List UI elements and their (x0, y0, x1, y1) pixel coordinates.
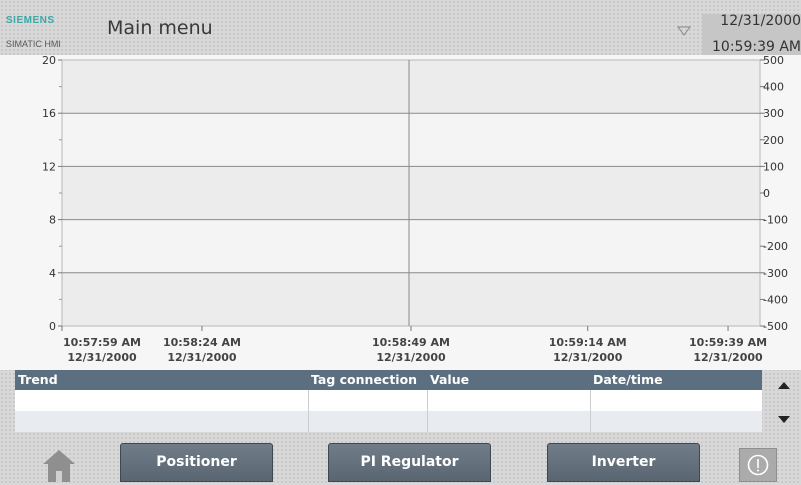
plot-band (62, 60, 760, 114)
trend-view: 20 16 12 8 4 0 500 400 300 200 100 0 -100 -200 -300 -4… (0, 55, 801, 370)
table-row[interactable] (15, 390, 762, 411)
left-axis-label: 4 (49, 267, 56, 280)
time-axis-label-time: 10:58:24 AM (163, 336, 241, 349)
pi-regulator-button[interactable]: PI Regulator (328, 443, 491, 482)
time-axis-label-date: 12/31/2000 (376, 351, 446, 364)
right-axis-label: 200 (763, 134, 784, 147)
current-date: 12/31/2000 (720, 13, 801, 29)
left-axis-label: 8 (49, 214, 56, 227)
scroll-down-button[interactable] (771, 408, 797, 432)
datetime-display: 12/31/2000 10:59:39 AM (702, 13, 801, 58)
column-divider (427, 390, 428, 433)
time-axis-label-date: 12/31/2000 (167, 351, 237, 364)
time-axis-label-date: 12/31/2000 (693, 351, 763, 364)
brand-name: SIEMENS (6, 15, 55, 26)
time-axis-label-time: 10:58:49 AM (372, 336, 450, 349)
time-axis-label-date: 12/31/2000 (553, 351, 623, 364)
positioner-button[interactable]: Positioner (120, 443, 273, 482)
plot-band (62, 166, 760, 220)
time-axis-label-time: 10:57:59 AM (63, 336, 141, 349)
right-axis-label: 0 (763, 187, 770, 200)
column-header-value: Value (430, 372, 470, 387)
right-axis-label: -300 (763, 267, 788, 280)
right-axis-label: 300 (763, 107, 784, 120)
info-button[interactable] (739, 448, 777, 482)
right-axis-label: -200 (763, 240, 788, 253)
left-axis-label: 12 (42, 160, 56, 173)
column-header-datetime: Date/time (593, 372, 663, 387)
current-time: 10:59:39 AM (712, 39, 801, 55)
plot-band (62, 219, 760, 273)
right-axis-label: 100 (763, 160, 784, 173)
trend-table: Trend Tag connection Value Date/time (15, 370, 762, 433)
left-axis-label: 0 (49, 320, 56, 333)
column-header-trend: Trend (18, 372, 58, 387)
scroll-up-button[interactable] (771, 373, 797, 397)
right-axis-label: 500 (763, 55, 784, 67)
time-axis-label-time: 10:59:39 AM (689, 336, 767, 349)
product-name: SIMATIC HMI (6, 39, 61, 49)
left-axis-label: 16 (42, 107, 56, 120)
footer-bar: Positioner PI Regulator Inverter (0, 437, 801, 482)
table-row[interactable] (15, 411, 762, 432)
header-bar: SIEMENS SIMATIC HMI Main menu 12/31/2000… (0, 0, 801, 58)
right-axis-label: -500 (763, 320, 788, 333)
right-axis-label: 400 (763, 81, 784, 94)
column-header-tag-connection: Tag connection (311, 372, 418, 387)
time-axis-label-time: 10:59:14 AM (549, 336, 627, 349)
right-axis-label: -400 (763, 293, 788, 306)
chevron-down-icon[interactable] (677, 26, 691, 36)
column-divider (308, 390, 309, 433)
column-divider (590, 390, 591, 433)
left-axis-label: 20 (42, 55, 56, 67)
home-icon[interactable] (40, 445, 78, 482)
trend-chart: 20 16 12 8 4 0 500 400 300 200 100 0 -100 -200 -300 -4… (42, 55, 788, 364)
plot-band (62, 113, 760, 167)
screen-title[interactable]: Main menu (107, 17, 213, 39)
table-header: Trend Tag connection Value Date/time (15, 370, 762, 390)
info-icon (747, 454, 769, 476)
inverter-button[interactable]: Inverter (547, 443, 700, 482)
brand-logo: SIEMENS SIMATIC HMI (6, 11, 98, 53)
time-axis-label-date: 12/31/2000 (67, 351, 137, 364)
right-axis-label: -100 (763, 214, 788, 227)
plot-band (62, 272, 760, 326)
